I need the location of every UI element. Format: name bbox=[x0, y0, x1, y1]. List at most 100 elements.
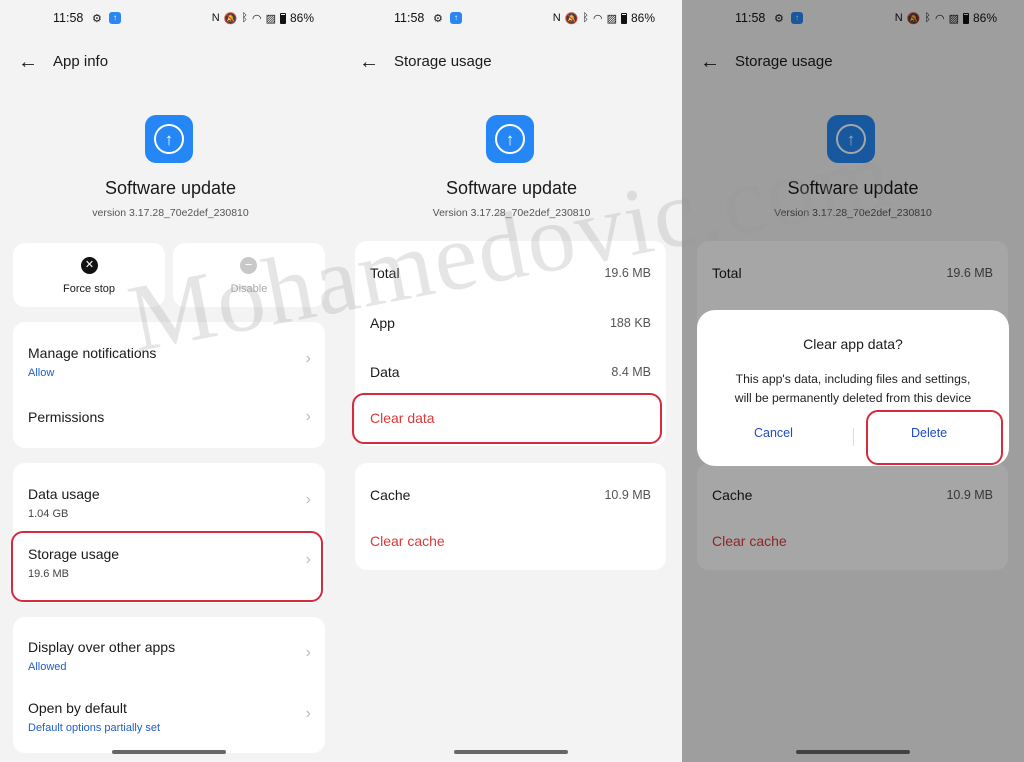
status-time: 11:58 bbox=[735, 11, 766, 25]
status-right-icons: N 🔕 ᛒ ◠ ▨ 86% bbox=[895, 11, 997, 25]
top-app-bar: ← App info bbox=[0, 48, 341, 78]
wifi-icon: ◠ bbox=[934, 12, 945, 25]
data-usage-row[interactable]: Data usage 1.04 GB › bbox=[13, 463, 325, 531]
data-value: 8.4 MB bbox=[611, 365, 651, 379]
app-version: Version 3.17.28_70e2def_230810 bbox=[774, 207, 932, 219]
storage-usage-highlight bbox=[11, 531, 323, 602]
upload-arrow-icon: ↑ bbox=[495, 124, 525, 154]
clear-data-dialog-screen: 11:58 ⚙ ↑ N 🔕 ᛒ ◠ ▨ 86% ← Storage usage … bbox=[682, 0, 1024, 762]
dialog-message-line1: This app's data, including files and set… bbox=[735, 372, 971, 386]
display-over-apps-row[interactable]: Display over other apps Allowed › bbox=[13, 617, 325, 683]
cache-label: Cache bbox=[712, 487, 753, 503]
disable-button[interactable]: − Disable bbox=[173, 243, 325, 307]
app-icon: ↑ bbox=[486, 115, 534, 163]
clear-data-highlight bbox=[352, 393, 662, 444]
battery-icon bbox=[279, 12, 286, 24]
permissions-row[interactable]: Permissions › bbox=[13, 385, 325, 448]
upload-arrow-icon: ↑ bbox=[154, 124, 184, 154]
chevron-right-icon: › bbox=[305, 350, 311, 367]
app-info-screen: 11:58 ⚙ ↑ N 🔕 ᛒ ◠ ▨ 86% ← App info ↑ Sof… bbox=[0, 0, 341, 762]
app-version: version 3.17.28_70e2def_230810 bbox=[92, 207, 249, 219]
advanced-card: Display over other apps Allowed › Open b… bbox=[13, 617, 325, 753]
upload-arrow-icon: ↑ bbox=[836, 124, 866, 154]
wifi-icon: ◠ bbox=[592, 12, 603, 25]
data-usage-label: Data usage bbox=[28, 486, 100, 502]
cache-value: 10.9 MB bbox=[946, 488, 993, 502]
chevron-right-icon: › bbox=[305, 491, 311, 508]
button-divider bbox=[853, 428, 854, 446]
top-app-bar: ← Storage usage bbox=[682, 48, 1024, 78]
display-over-apps-label: Display over other apps bbox=[28, 639, 176, 655]
back-arrow-icon[interactable]: ← bbox=[359, 50, 379, 74]
mute-icon: 🔕 bbox=[223, 12, 238, 25]
app-value: 188 KB bbox=[609, 316, 651, 330]
permissions-label: Permissions bbox=[28, 409, 105, 425]
gesture-nav-bar[interactable] bbox=[454, 750, 568, 754]
back-arrow-icon[interactable]: ← bbox=[18, 50, 38, 74]
manage-notifications-label: Manage notifications bbox=[28, 345, 157, 361]
data-label: Data bbox=[370, 364, 400, 380]
total-label: Total bbox=[712, 265, 742, 281]
status-bar: 11:58 ⚙ ↑ N 🔕 ᛒ ◠ ▨ 86% bbox=[0, 10, 341, 28]
cancel-button[interactable]: Cancel bbox=[754, 426, 793, 440]
bluetooth-icon: ᛒ bbox=[924, 12, 931, 24]
total-value: 19.6 MB bbox=[604, 266, 651, 280]
software-update-notification-icon: ↑ bbox=[791, 12, 803, 24]
status-bar: 11:58 ⚙ ↑ N 🔕 ᛒ ◠ ▨ 86% bbox=[682, 10, 1024, 28]
cache-label: Cache bbox=[370, 487, 411, 503]
signal-icon: ▨ bbox=[265, 12, 276, 25]
page-title: Storage usage bbox=[394, 53, 492, 70]
app-version: Version 3.17.28_70e2def_230810 bbox=[432, 207, 591, 219]
chevron-right-icon: › bbox=[305, 644, 311, 661]
status-time: 11:58 bbox=[394, 11, 425, 25]
battery-icon bbox=[620, 12, 627, 24]
wifi-icon: ◠ bbox=[251, 12, 262, 25]
cache-value: 10.9 MB bbox=[604, 488, 651, 502]
settings-gear-icon: ⚙ bbox=[92, 13, 102, 25]
gesture-nav-bar[interactable] bbox=[112, 750, 226, 754]
bluetooth-icon: ᛒ bbox=[582, 12, 589, 24]
app-icon: ↑ bbox=[827, 115, 875, 163]
signal-icon: ▨ bbox=[948, 12, 959, 25]
dialog-message: This app's data, including files and set… bbox=[711, 370, 995, 408]
settings-gear-icon: ⚙ bbox=[774, 13, 784, 25]
app-name: Software update bbox=[104, 178, 237, 198]
status-time: 11:58 bbox=[53, 11, 84, 25]
software-update-notification-icon: ↑ bbox=[450, 12, 462, 24]
status-right-icons: N 🔕 ᛒ ◠ ▨ 86% bbox=[212, 11, 314, 25]
chevron-right-icon: › bbox=[305, 408, 311, 425]
status-bar: 11:58 ⚙ ↑ N 🔕 ᛒ ◠ ▨ 86% bbox=[341, 10, 682, 28]
total-label: Total bbox=[370, 265, 400, 281]
nfc-icon: N bbox=[552, 12, 561, 24]
page-title: Storage usage bbox=[735, 53, 833, 70]
clear-cache-button[interactable]: Clear cache bbox=[712, 533, 787, 549]
close-circle-icon: ✕ bbox=[81, 257, 98, 274]
dialog-message-line2: will be permanently deleted from this de… bbox=[734, 391, 972, 405]
delete-highlight bbox=[866, 410, 1003, 465]
manage-notifications-value: Allow bbox=[28, 367, 55, 379]
minus-circle-icon: − bbox=[240, 257, 257, 274]
status-right-icons: N 🔕 ᛒ ◠ ▨ 86% bbox=[553, 11, 655, 25]
battery-percent: 86% bbox=[289, 11, 314, 25]
top-app-bar: ← Storage usage bbox=[341, 48, 682, 78]
mute-icon: 🔕 bbox=[564, 12, 579, 25]
bluetooth-icon: ᛒ bbox=[241, 12, 248, 24]
software-update-notification-icon: ↑ bbox=[109, 12, 121, 24]
data-usage-value: 1.04 GB bbox=[28, 508, 69, 520]
open-by-default-row[interactable]: Open by default Default options partiall… bbox=[13, 683, 325, 753]
signal-icon: ▨ bbox=[606, 12, 617, 25]
app-name: Software update bbox=[445, 178, 578, 198]
display-over-apps-value: Allowed bbox=[28, 661, 67, 673]
gesture-nav-bar[interactable] bbox=[796, 750, 910, 754]
battery-percent: 86% bbox=[972, 11, 997, 25]
back-arrow-icon[interactable]: ← bbox=[700, 50, 720, 74]
app-icon: ↑ bbox=[145, 115, 193, 163]
manage-notifications-row[interactable]: Manage notifications Allow › bbox=[13, 322, 325, 385]
force-stop-button[interactable]: ✕ Force stop bbox=[13, 243, 165, 307]
app-name: Software update bbox=[787, 178, 919, 198]
total-value: 19.6 MB bbox=[946, 266, 993, 280]
open-by-default-label: Open by default bbox=[28, 700, 127, 716]
clear-cache-button[interactable]: Clear cache bbox=[370, 533, 445, 549]
disable-label: Disable bbox=[230, 283, 268, 295]
mute-icon: 🔕 bbox=[906, 12, 921, 25]
